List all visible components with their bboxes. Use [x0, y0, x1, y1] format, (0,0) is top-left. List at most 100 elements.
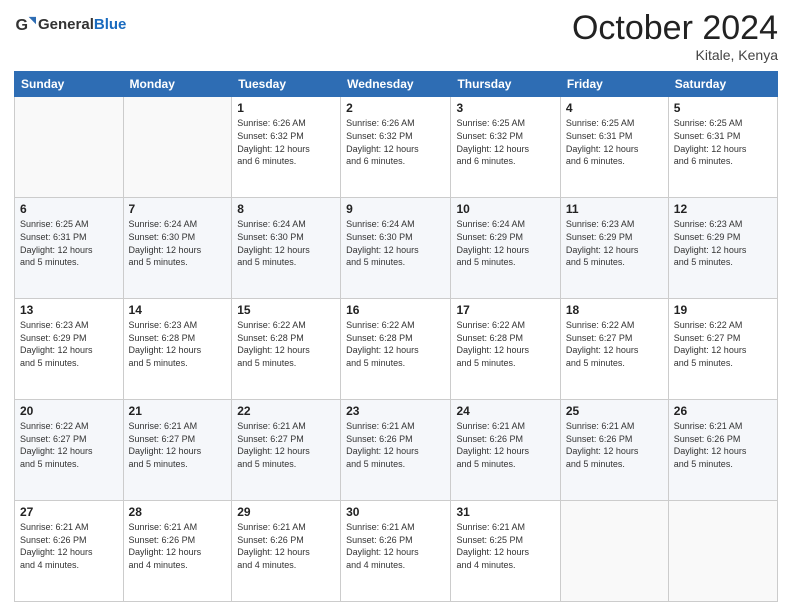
day-number: 26	[674, 404, 772, 418]
day-number: 27	[20, 505, 118, 519]
day-info: Sunrise: 6:22 AM Sunset: 6:27 PM Dayligh…	[674, 319, 772, 369]
day-info: Sunrise: 6:22 AM Sunset: 6:28 PM Dayligh…	[346, 319, 445, 369]
week-row-1: 1 Sunrise: 6:26 AM Sunset: 6:32 PM Daylig…	[15, 97, 778, 198]
day-info: Sunrise: 6:21 AM Sunset: 6:26 PM Dayligh…	[346, 420, 445, 470]
calendar-cell: 21 Sunrise: 6:21 AM Sunset: 6:27 PM Dayli…	[123, 400, 232, 501]
logo: G GeneralBlue	[14, 14, 126, 36]
day-number: 9	[346, 202, 445, 216]
col-header-monday: Monday	[123, 72, 232, 97]
calendar-cell: 19 Sunrise: 6:22 AM Sunset: 6:27 PM Dayli…	[668, 299, 777, 400]
calendar-cell: 30Sunrise: 6:21 AM Sunset: 6:26 PM Dayli…	[341, 501, 451, 602]
day-info: Sunrise: 6:25 AM Sunset: 6:31 PM Dayligh…	[566, 117, 663, 167]
calendar-cell: 22 Sunrise: 6:21 AM Sunset: 6:27 PM Dayli…	[232, 400, 341, 501]
day-number: 28	[129, 505, 227, 519]
day-info: Sunrise: 6:21 AM Sunset: 6:26 PM Dayligh…	[456, 420, 554, 470]
day-info: Sunrise: 6:22 AM Sunset: 6:27 PM Dayligh…	[20, 420, 118, 470]
day-info: Sunrise: 6:26 AM Sunset: 6:32 PM Dayligh…	[237, 117, 335, 167]
calendar-cell: 18 Sunrise: 6:22 AM Sunset: 6:27 PM Dayli…	[560, 299, 668, 400]
week-row-3: 13 Sunrise: 6:23 AM Sunset: 6:29 PM Dayli…	[15, 299, 778, 400]
calendar-cell: 2 Sunrise: 6:26 AM Sunset: 6:32 PM Daylig…	[341, 97, 451, 198]
calendar-table: SundayMondayTuesdayWednesdayThursdayFrid…	[14, 71, 778, 602]
week-row-4: 20 Sunrise: 6:22 AM Sunset: 6:27 PM Dayli…	[15, 400, 778, 501]
day-info: Sunrise: 6:21 AM Sunset: 6:25 PM Dayligh…	[456, 521, 554, 571]
title-block: October 2024 Kitale, Kenya	[572, 10, 778, 63]
day-number: 11	[566, 202, 663, 216]
day-number: 22	[237, 404, 335, 418]
calendar-cell: 7 Sunrise: 6:24 AM Sunset: 6:30 PM Daylig…	[123, 198, 232, 299]
calendar-cell: 23 Sunrise: 6:21 AM Sunset: 6:26 PM Dayli…	[341, 400, 451, 501]
day-number: 24	[456, 404, 554, 418]
day-number: 7	[129, 202, 227, 216]
day-info: Sunrise: 6:21 AM Sunset: 6:27 PM Dayligh…	[237, 420, 335, 470]
day-number: 2	[346, 101, 445, 115]
day-number: 18	[566, 303, 663, 317]
day-number: 17	[456, 303, 554, 317]
day-number: 1	[237, 101, 335, 115]
day-info: Sunrise: 6:23 AM Sunset: 6:29 PM Dayligh…	[674, 218, 772, 268]
day-number: 13	[20, 303, 118, 317]
day-info: Sunrise: 6:21 AM Sunset: 6:26 PM Dayligh…	[566, 420, 663, 470]
day-info: Sunrise: 6:24 AM Sunset: 6:30 PM Dayligh…	[237, 218, 335, 268]
day-info: Sunrise: 6:25 AM Sunset: 6:31 PM Dayligh…	[20, 218, 118, 268]
day-number: 23	[346, 404, 445, 418]
col-header-saturday: Saturday	[668, 72, 777, 97]
calendar-cell: 10Sunrise: 6:24 AM Sunset: 6:29 PM Dayli…	[451, 198, 560, 299]
calendar-cell	[15, 97, 124, 198]
day-number: 31	[456, 505, 554, 519]
calendar-cell: 28 Sunrise: 6:21 AM Sunset: 6:26 PM Dayli…	[123, 501, 232, 602]
calendar-cell: 1 Sunrise: 6:26 AM Sunset: 6:32 PM Daylig…	[232, 97, 341, 198]
calendar-cell: 16Sunrise: 6:22 AM Sunset: 6:28 PM Dayli…	[341, 299, 451, 400]
day-number: 6	[20, 202, 118, 216]
col-header-sunday: Sunday	[15, 72, 124, 97]
day-number: 8	[237, 202, 335, 216]
day-number: 25	[566, 404, 663, 418]
calendar-cell: 3 Sunrise: 6:25 AM Sunset: 6:32 PM Daylig…	[451, 97, 560, 198]
day-info: Sunrise: 6:21 AM Sunset: 6:26 PM Dayligh…	[237, 521, 335, 571]
day-info: Sunrise: 6:24 AM Sunset: 6:30 PM Dayligh…	[129, 218, 227, 268]
day-info: Sunrise: 6:22 AM Sunset: 6:28 PM Dayligh…	[237, 319, 335, 369]
day-info: Sunrise: 6:22 AM Sunset: 6:27 PM Dayligh…	[566, 319, 663, 369]
calendar-cell: 31 Sunrise: 6:21 AM Sunset: 6:25 PM Dayli…	[451, 501, 560, 602]
day-info: Sunrise: 6:25 AM Sunset: 6:32 PM Dayligh…	[456, 117, 554, 167]
day-number: 10	[456, 202, 554, 216]
calendar-cell: 27 Sunrise: 6:21 AM Sunset: 6:26 PM Dayli…	[15, 501, 124, 602]
day-info: Sunrise: 6:23 AM Sunset: 6:29 PM Dayligh…	[20, 319, 118, 369]
col-header-wednesday: Wednesday	[341, 72, 451, 97]
col-header-thursday: Thursday	[451, 72, 560, 97]
calendar-cell: 12Sunrise: 6:23 AM Sunset: 6:29 PM Dayli…	[668, 198, 777, 299]
logo-icon: G	[14, 14, 36, 36]
day-number: 29	[237, 505, 335, 519]
calendar-cell: 13 Sunrise: 6:23 AM Sunset: 6:29 PM Dayli…	[15, 299, 124, 400]
calendar-cell: 8 Sunrise: 6:24 AM Sunset: 6:30 PM Daylig…	[232, 198, 341, 299]
day-number: 3	[456, 101, 554, 115]
day-info: Sunrise: 6:21 AM Sunset: 6:26 PM Dayligh…	[129, 521, 227, 571]
day-number: 14	[129, 303, 227, 317]
day-info: Sunrise: 6:23 AM Sunset: 6:28 PM Dayligh…	[129, 319, 227, 369]
calendar-title: October 2024	[572, 10, 778, 47]
calendar-cell: 24 Sunrise: 6:21 AM Sunset: 6:26 PM Dayli…	[451, 400, 560, 501]
calendar-location: Kitale, Kenya	[572, 47, 778, 63]
day-info: Sunrise: 6:21 AM Sunset: 6:26 PM Dayligh…	[20, 521, 118, 571]
calendar-cell: 5Sunrise: 6:25 AM Sunset: 6:31 PM Daylig…	[668, 97, 777, 198]
calendar-cell: 4Sunrise: 6:25 AM Sunset: 6:31 PM Daylig…	[560, 97, 668, 198]
day-info: Sunrise: 6:22 AM Sunset: 6:28 PM Dayligh…	[456, 319, 554, 369]
day-number: 30	[346, 505, 445, 519]
col-header-friday: Friday	[560, 72, 668, 97]
day-info: Sunrise: 6:25 AM Sunset: 6:31 PM Dayligh…	[674, 117, 772, 167]
calendar-cell: 6 Sunrise: 6:25 AM Sunset: 6:31 PM Daylig…	[15, 198, 124, 299]
calendar-cell: 20 Sunrise: 6:22 AM Sunset: 6:27 PM Dayli…	[15, 400, 124, 501]
day-number: 19	[674, 303, 772, 317]
day-number: 20	[20, 404, 118, 418]
day-info: Sunrise: 6:21 AM Sunset: 6:27 PM Dayligh…	[129, 420, 227, 470]
svg-text:G: G	[15, 16, 28, 34]
day-info: Sunrise: 6:26 AM Sunset: 6:32 PM Dayligh…	[346, 117, 445, 167]
page: G GeneralBlue October 2024 Kitale, Kenya…	[0, 0, 792, 612]
header-row: SundayMondayTuesdayWednesdayThursdayFrid…	[15, 72, 778, 97]
calendar-cell	[668, 501, 777, 602]
day-number: 15	[237, 303, 335, 317]
calendar-cell	[123, 97, 232, 198]
calendar-cell: 14 Sunrise: 6:23 AM Sunset: 6:28 PM Dayli…	[123, 299, 232, 400]
calendar-cell: 17 Sunrise: 6:22 AM Sunset: 6:28 PM Dayli…	[451, 299, 560, 400]
day-number: 21	[129, 404, 227, 418]
calendar-cell	[560, 501, 668, 602]
